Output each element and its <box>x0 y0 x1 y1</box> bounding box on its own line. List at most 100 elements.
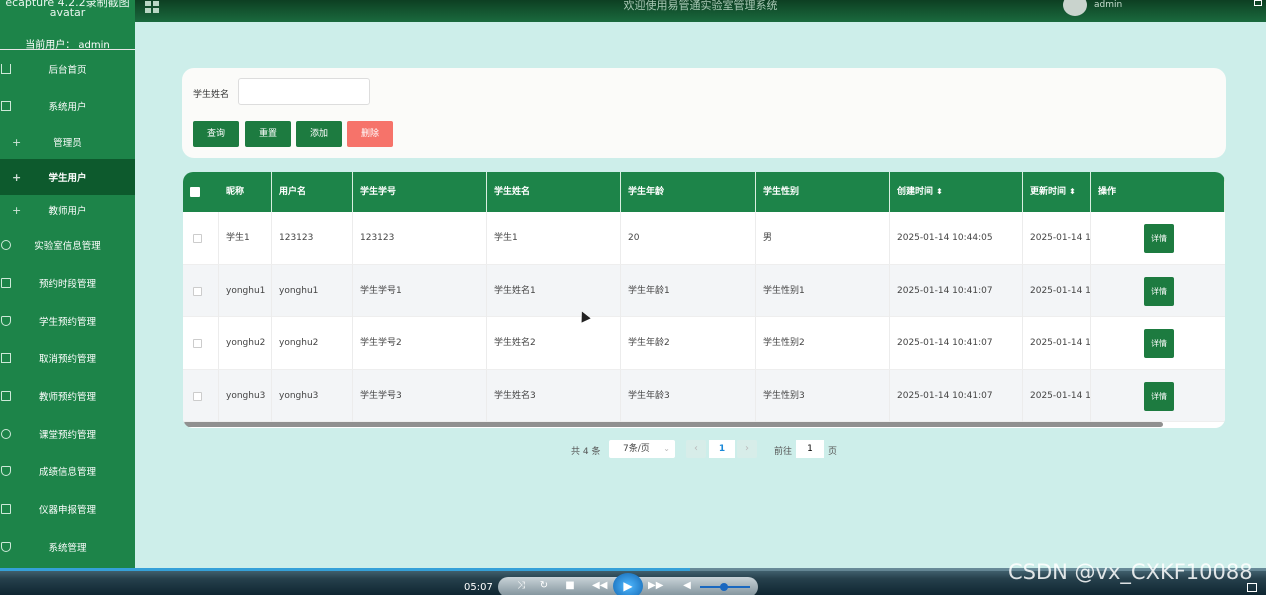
sidebar: ecapture 4.2.2录制截图 avatar 当前用户： admin 后台… <box>0 0 135 595</box>
sidebar-item[interactable]: 取消预约管理 <box>0 340 135 376</box>
table-cell: yonghu3 <box>219 369 272 422</box>
column-header-label: 用户名 <box>279 187 307 197</box>
avatar: avatar <box>49 6 86 19</box>
sidebar-item[interactable]: 课堂预约管理 <box>0 416 135 452</box>
sidebar-item-label: 仪器申报管理 <box>38 505 96 516</box>
table-cell: yonghu3 <box>272 369 353 422</box>
header-avatar[interactable] <box>1063 0 1087 16</box>
checkbox-cell <box>183 264 219 317</box>
watermark: CSDN @vx_CXKF10088 <box>1008 560 1253 584</box>
sidebar-item[interactable]: + 学生用户 <box>0 159 135 195</box>
goto-label: 前往 <box>774 447 793 457</box>
sort-icon[interactable]: ⬍ <box>936 187 943 196</box>
sidebar-item[interactable]: 教师预约管理 <box>0 378 135 414</box>
table-cell: 学生学号3 <box>353 369 487 422</box>
column-header: 昵称 <box>219 172 272 212</box>
table-row: 学生1 123123 123123 学生1 20 男 2025-01-14 10:44:05… <box>183 212 1225 265</box>
column-header[interactable]: 创建时间 ⬍ <box>890 172 1023 212</box>
column-header: 用户名 <box>272 172 353 212</box>
volume-knob[interactable] <box>720 583 728 591</box>
sidebar-item-label: 系统用户 <box>48 102 87 113</box>
sidebar-item[interactable]: 学生预约管理 <box>0 303 135 339</box>
sidebar-item-label: 成绩信息管理 <box>38 467 96 478</box>
column-header-label: 昵称 <box>226 187 245 197</box>
column-header-label: 操作 <box>1098 187 1117 197</box>
table-row: yonghu3 yonghu3 学生学号3 学生姓名3 学生年龄3 学生性别3 2025-0… <box>183 369 1225 422</box>
player-progress-fill[interactable] <box>0 568 690 571</box>
sidebar-item-label: 教师用户 <box>48 206 87 217</box>
table-cell: 20 <box>621 212 756 264</box>
table-cell: 学生学号1 <box>353 264 487 317</box>
detail-button[interactable]: 详情 <box>1144 329 1174 358</box>
student-name-label: 学生姓名 <box>193 90 230 100</box>
mute-icon[interactable]: ◀ <box>680 580 694 592</box>
column-header: 学生学号 <box>353 172 487 212</box>
current-page-number[interactable]: 1 <box>709 440 735 458</box>
table-cell: 男 <box>756 212 890 264</box>
table-cell: 2025-01-14 10:41:07 <box>1023 317 1091 369</box>
fullscreen-icon[interactable] <box>1247 583 1257 592</box>
sidebar-user-panel: ecapture 4.2.2录制截图 avatar 当前用户： admin <box>0 0 135 51</box>
add-button[interactable]: 添加 <box>296 121 342 147</box>
table-cell: 123123 <box>353 212 487 264</box>
sidebar-item[interactable]: 实验室信息管理 <box>0 227 135 263</box>
select-all-checkbox[interactable] <box>190 187 200 197</box>
table-cell: yonghu1 <box>272 264 353 317</box>
reset-button[interactable]: 重置 <box>245 121 291 147</box>
sidebar-item[interactable]: 系统管理 <box>0 529 135 565</box>
sidebar-item-label: 实验室信息管理 <box>34 241 101 252</box>
shuffle-icon[interactable]: ⤨ <box>514 580 528 592</box>
detail-button[interactable]: 详情 <box>1144 224 1174 253</box>
table-cell: 2025-01-14 10:41:07 <box>890 317 1023 369</box>
next-page-button[interactable]: › <box>737 440 757 458</box>
table-cell: 2025-01-14 10:41:07 <box>1023 369 1091 422</box>
search-panel: 学生姓名 查询 重置 添加 删除 <box>182 68 1226 158</box>
column-header: 学生年龄 <box>621 172 756 212</box>
sidebar-item-label: 课堂预约管理 <box>38 430 96 441</box>
sidebar-item[interactable]: 仪器申报管理 <box>0 491 135 527</box>
delete-button[interactable]: 删除 <box>347 121 393 147</box>
sidebar-item-label: 学生预约管理 <box>38 317 96 328</box>
table-cell: 学生性别2 <box>756 317 890 369</box>
page-suffix-label: 页 <box>828 447 838 457</box>
checkbox-cell <box>183 369 219 422</box>
sidebar-item[interactable]: + 教师用户 <box>0 192 135 228</box>
stop-icon[interactable]: ■ <box>563 580 577 592</box>
table-cell: 学生年龄3 <box>621 369 756 422</box>
page-size-select[interactable]: 7条/页 ⌄ <box>609 440 675 458</box>
play-icon[interactable]: ▶ <box>613 573 643 595</box>
top-header: 欢迎使用易管通实验室管理系统 admin <box>135 0 1266 22</box>
table-cell: 2025-01-14 10:41:07 <box>1023 264 1091 317</box>
table-cell: 学生姓名1 <box>487 264 621 317</box>
sort-icon[interactable]: ⬍ <box>1069 187 1076 196</box>
sidebar-item[interactable]: 后台首页 <box>0 51 135 87</box>
column-header[interactable]: 更新时间 ⬍ <box>1023 172 1091 212</box>
sidebar-item[interactable]: + 管理员 <box>0 124 135 160</box>
rewind-icon[interactable]: ◀◀ <box>592 580 607 592</box>
sidebar-item[interactable]: 预约时段管理 <box>0 265 135 301</box>
header-username[interactable]: admin <box>1094 0 1122 10</box>
sidebar-item[interactable]: 系统用户 <box>0 88 135 124</box>
window-restore-icon[interactable] <box>1254 0 1262 6</box>
column-header-label: 学生姓名 <box>494 187 531 197</box>
fast-forward-icon[interactable]: ▶▶ <box>648 580 663 592</box>
checkbox-cell <box>183 317 219 369</box>
goto-page-input[interactable] <box>796 440 824 458</box>
player-time: 05:07 <box>464 582 493 593</box>
sidebar-item[interactable]: 成绩信息管理 <box>0 453 135 489</box>
student-name-input[interactable] <box>238 78 370 105</box>
column-header-label: 创建时间 <box>897 187 934 197</box>
prev-page-button[interactable]: ‹ <box>686 440 706 458</box>
table-cell: 学生1 <box>219 212 272 264</box>
sidebar-item-label: 预约时段管理 <box>38 279 96 290</box>
detail-button[interactable]: 详情 <box>1144 381 1174 411</box>
table-cell: 2025-01-14 10:44:05 <box>1023 212 1091 264</box>
table-cell: 学生年龄1 <box>621 264 756 317</box>
query-button[interactable]: 查询 <box>193 121 239 147</box>
table-header: 昵称 用户名 学生学号 学生姓名 学生年龄 学生性别 创建时间 ⬍ 更新时间 ⬍ 操作 <box>183 172 1225 212</box>
table-cell: 学生姓名3 <box>487 369 621 422</box>
column-header: 学生性别 <box>756 172 890 212</box>
horizontal-scrollbar[interactable] <box>183 422 1163 427</box>
repeat-icon[interactable]: ↻ <box>537 580 551 592</box>
detail-button[interactable]: 详情 <box>1144 276 1174 306</box>
